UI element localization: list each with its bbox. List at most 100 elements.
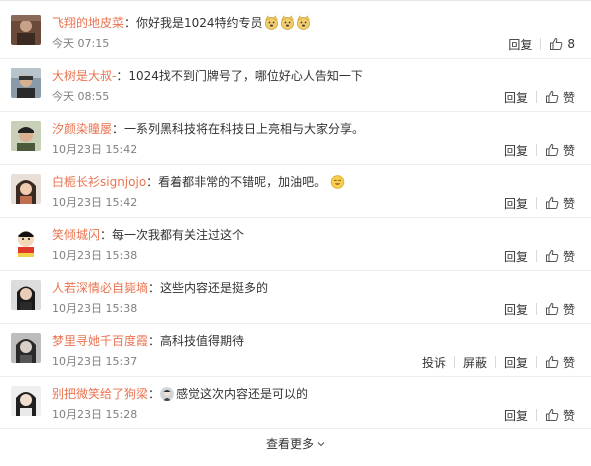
comment-line: 梦里寻她千百度霞：高科技值得期待 — [52, 332, 244, 350]
username-link[interactable]: 白栀长衫signjojo — [52, 175, 146, 189]
comment-text-prefix: ： — [148, 387, 161, 401]
comment-line: 汐颜染瞳屡：一系列黑科技将在科技日上亮相与大家分享。 — [52, 120, 364, 138]
divider — [0, 217, 591, 218]
comment-actions: 回复 赞 — [504, 194, 575, 212]
like-button[interactable]: 8 — [541, 37, 575, 51]
comment-time: 今天 07:15 — [52, 37, 110, 50]
username-link[interactable]: 人若深情必自毙墒 — [52, 281, 148, 295]
avatar[interactable] — [11, 386, 41, 416]
reply-button[interactable]: 回复 — [504, 407, 536, 424]
comment-text: ：这些内容还是挺多的 — [148, 281, 269, 295]
comment-time: 10月23日 15:38 — [52, 249, 138, 262]
comment-actions: 回复 赞 — [504, 300, 575, 318]
comment-time: 10月23日 15:37 — [52, 355, 138, 368]
like-button[interactable]: 赞 — [537, 407, 575, 424]
block-button[interactable]: 屏蔽 — [455, 354, 495, 371]
avatar[interactable] — [11, 280, 41, 310]
comment-item: 白栀长衫signjojo：看着都非常的不错呢，加油吧。 10月23日 15:42… — [0, 168, 591, 221]
comment-actions: 投诉 屏蔽 回复 赞 — [422, 353, 575, 371]
thumbs-up-icon — [545, 143, 559, 156]
sweat-smile-emoji-icon — [330, 175, 345, 189]
comment-time: 10月23日 15:42 — [52, 143, 138, 156]
reply-button[interactable]: 回复 — [504, 301, 536, 318]
comment-time: 今天 08:55 — [52, 90, 110, 103]
comment-time: 10月23日 15:28 — [52, 408, 138, 421]
thumbs-up-icon — [545, 249, 559, 262]
comment-actions: 回复 赞 — [504, 141, 575, 159]
divider — [0, 111, 591, 112]
comment-line: 白栀长衫signjojo：看着都非常的不错呢，加油吧。 — [52, 173, 345, 191]
doge-emoji-icon — [280, 15, 294, 30]
comment-text: ：每一次我都有关注过这个 — [100, 228, 245, 242]
thumbs-up-icon — [545, 408, 559, 421]
thumbs-up-icon — [545, 90, 559, 103]
comment-item: 飞翔的地皮菜：你好我是1024特约专员 今天 07:15 回复 8 — [0, 9, 591, 62]
comment-text: ：一系列黑科技将在科技日上亮相与大家分享。 — [112, 122, 365, 136]
like-label: 赞 — [562, 143, 575, 158]
comment-text: ：1024找不到门牌号了，哪位好心人告知一下 — [116, 69, 363, 83]
comment-text: 感觉这次内容还是可以的 — [176, 387, 309, 401]
avatar[interactable] — [11, 227, 41, 257]
divider — [0, 58, 591, 59]
doge-emoji-icon — [264, 15, 278, 30]
reply-button[interactable]: 回复 — [504, 195, 536, 212]
comment-actions: 回复 赞 — [504, 88, 575, 106]
reply-button[interactable]: 回复 — [508, 36, 540, 53]
comment-time: 10月23日 15:42 — [52, 196, 138, 209]
avatar[interactable] — [11, 15, 41, 45]
view-more-button[interactable]: 查看更多 — [0, 432, 591, 456]
thumbs-up-icon — [550, 37, 563, 50]
username-link[interactable]: 笑倾城闪 — [52, 228, 100, 242]
reply-button[interactable]: 回复 — [504, 89, 536, 106]
view-more-label: 查看更多 — [265, 437, 314, 451]
username-link[interactable]: 别把微笑给了狗梁 — [52, 387, 148, 401]
chevron-down-icon — [317, 442, 325, 447]
comment-item: 笑倾城闪：每一次我都有关注过这个 10月23日 15:38 回复 赞 — [0, 221, 591, 274]
comment-line: 别把微笑给了狗梁： 感觉这次内容还是可以的 — [52, 385, 308, 403]
reply-button[interactable]: 回复 — [504, 248, 536, 265]
comment-item: 大树是大叔-：1024找不到门牌号了，哪位好心人告知一下 今天 08:55 回复… — [0, 62, 591, 115]
avatar[interactable] — [11, 333, 41, 363]
avatar[interactable] — [11, 121, 41, 151]
comment-line: 人若深情必自毙墒：这些内容还是挺多的 — [52, 279, 268, 297]
mentioned-avatar-icon[interactable] — [160, 387, 175, 401]
comment-list: 飞翔的地皮菜：你好我是1024特约专员 今天 07:15 回复 8 大树是大叔-… — [0, 0, 591, 466]
comment-text: ：高科技值得期待 — [148, 334, 245, 348]
like-label: 赞 — [562, 90, 575, 105]
like-button[interactable]: 赞 — [537, 248, 575, 265]
like-label: 赞 — [562, 355, 575, 370]
comment-time: 10月23日 15:38 — [52, 302, 138, 315]
username-link[interactable]: 汐颜染瞳屡 — [52, 122, 112, 136]
comment-line: 笑倾城闪：每一次我都有关注过这个 — [52, 226, 244, 244]
comment-text: ：看着都非常的不错呢，加油吧。 — [146, 175, 327, 189]
like-button[interactable]: 赞 — [537, 354, 575, 371]
comment-actions: 回复 赞 — [504, 247, 575, 265]
username-link[interactable]: 飞翔的地皮菜 — [52, 16, 124, 30]
divider — [0, 428, 591, 429]
avatar[interactable] — [11, 68, 41, 98]
thumbs-up-icon — [545, 302, 559, 315]
comment-line: 飞翔的地皮菜：你好我是1024特约专员 — [52, 14, 311, 32]
comment-actions: 回复 赞 — [504, 406, 575, 424]
username-link[interactable]: 大树是大叔- — [52, 69, 116, 83]
like-button[interactable]: 赞 — [537, 301, 575, 318]
thumbs-up-icon — [545, 196, 559, 209]
doge-emoji-icon — [296, 15, 310, 30]
divider — [0, 323, 591, 324]
thumbs-up-icon — [545, 355, 559, 368]
reply-button[interactable]: 回复 — [496, 354, 536, 371]
divider — [0, 376, 591, 377]
comment-item: 梦里寻她千百度霞：高科技值得期待 10月23日 15:37 投诉 屏蔽 回复 赞 — [0, 327, 591, 380]
like-button[interactable]: 赞 — [537, 195, 575, 212]
like-label: 赞 — [562, 302, 575, 317]
reply-button[interactable]: 回复 — [504, 142, 536, 159]
like-label: 赞 — [562, 249, 575, 264]
divider — [0, 164, 591, 165]
report-button[interactable]: 投诉 — [422, 354, 454, 371]
comment-item: 人若深情必自毙墒：这些内容还是挺多的 10月23日 15:38 回复 赞 — [0, 274, 591, 327]
like-button[interactable]: 赞 — [537, 142, 575, 159]
like-button[interactable]: 赞 — [537, 89, 575, 106]
like-label: 8 — [567, 37, 575, 51]
username-link[interactable]: 梦里寻她千百度霞 — [52, 334, 148, 348]
avatar[interactable] — [11, 174, 41, 204]
